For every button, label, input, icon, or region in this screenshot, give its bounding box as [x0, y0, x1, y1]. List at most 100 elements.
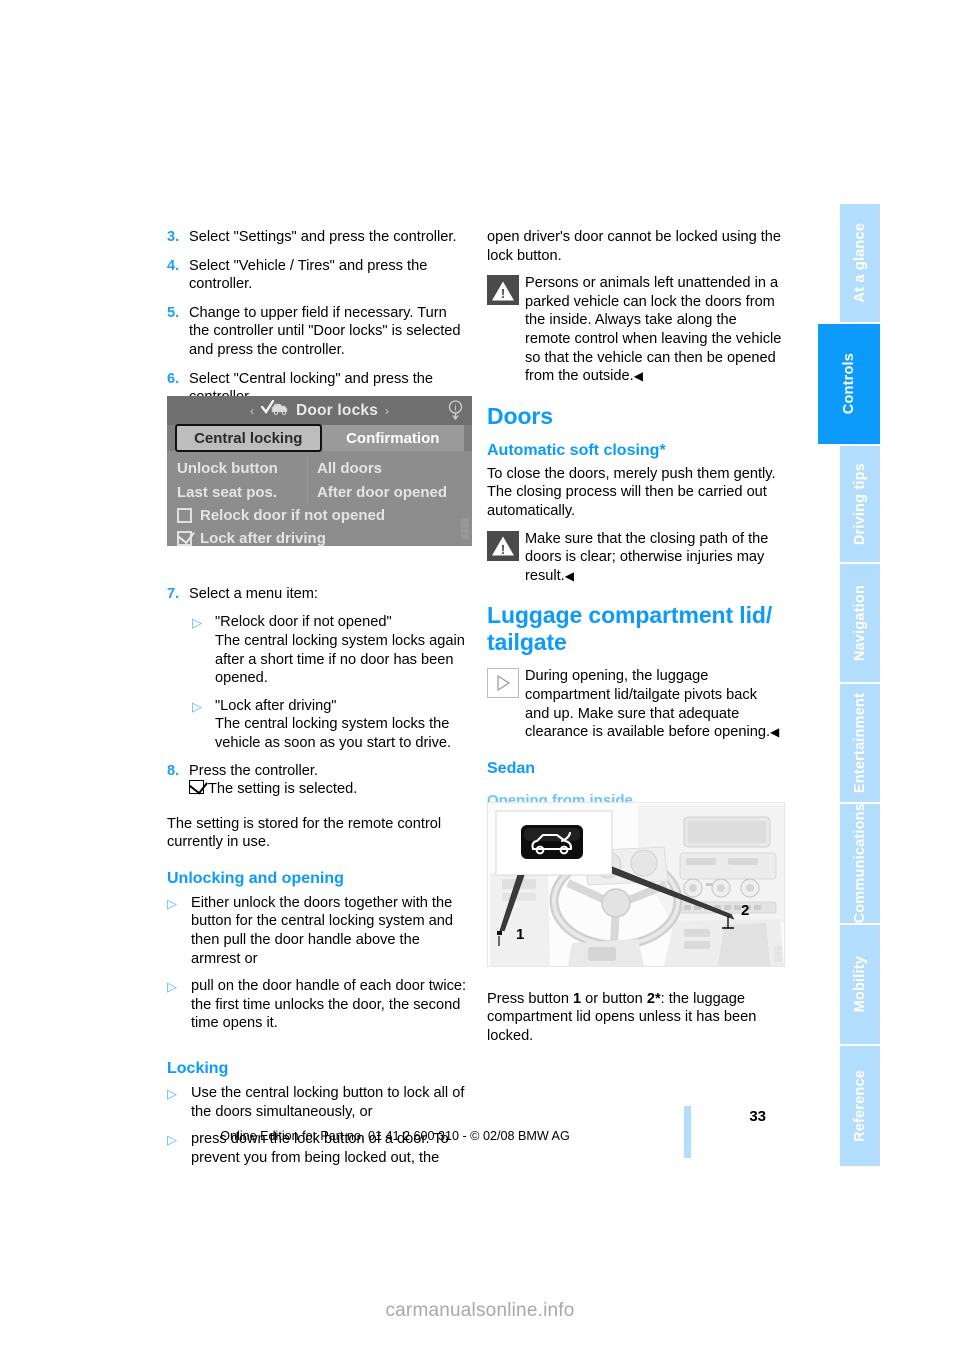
- procedure-step: 4. Select "Vehicle / Tires" and press th…: [167, 257, 467, 294]
- caption-middle: or button: [581, 990, 647, 1007]
- warning-text: Make sure that the closing path of the d…: [525, 530, 769, 584]
- idrive-header: ‹ Door locks › i: [167, 396, 472, 425]
- info-icon[interactable]: i: [447, 400, 464, 421]
- callout-2: 2: [741, 902, 750, 919]
- procedure-step: 3. Select "Settings" and press the contr…: [167, 228, 467, 247]
- sidebar-tab-label: Navigation: [852, 584, 868, 662]
- triangle-bullet-icon: ▷: [192, 698, 202, 714]
- setting-value: All doors: [307, 456, 472, 480]
- page-footer: 33 Online Edition for Part no. 01 41 2 6…: [0, 1108, 790, 1143]
- soft-closing-body: To close the doors, merely push them gen…: [487, 465, 776, 519]
- idrive-setting-row[interactable]: Last seat pos. After door opened: [167, 480, 472, 504]
- idrive-header-title: Door locks: [295, 401, 379, 419]
- end-of-note-marker: ◀: [770, 725, 780, 740]
- triangle-bullet-icon: ▷: [192, 615, 202, 631]
- sidebar-tab-navigation[interactable]: Navigation: [840, 563, 880, 683]
- luggage-caption: Press button 1 or button 2*: the luggage…: [487, 990, 783, 1046]
- procedure-step: 8. Press the controller. The setting is …: [167, 762, 467, 799]
- sidebar-tab-label: Controls: [841, 353, 857, 415]
- unchecked-checkbox-icon[interactable]: [177, 508, 192, 523]
- edition-line: Online Edition for Part no. 01 41 2 600 …: [220, 1129, 570, 1143]
- menu-option-body: The central locking system locks the veh…: [215, 716, 452, 751]
- menu-option-text: "Lock after driving" The central locking…: [215, 697, 467, 753]
- idrive-setting-row[interactable]: Unlock button All doors: [167, 456, 472, 480]
- callout-ref-2: 2*: [646, 990, 661, 1007]
- vehicle-check-icon: [260, 399, 289, 421]
- sedan-heading: Sedan: [487, 759, 536, 777]
- idrive-checkbox-row[interactable]: Relock door if not opened: [167, 504, 472, 527]
- checked-checkbox-icon: [189, 780, 204, 795]
- step-number: 4.: [167, 257, 180, 274]
- step8-result: The setting is selected.: [208, 781, 358, 798]
- sidebar-tab-at-a-glance[interactable]: At a glance: [840, 203, 880, 323]
- locking-heading: Locking: [167, 1060, 229, 1078]
- setting-value: After door opened: [307, 480, 472, 504]
- menu-option-item: ▷ "Relock door if not opened" The centra…: [192, 613, 467, 687]
- procedure-step: 7. Select a menu item:: [167, 585, 467, 604]
- caption-prefix: Press button: [487, 990, 573, 1007]
- idrive-checkbox-row[interactable]: Lock after driving: [167, 527, 472, 546]
- idrive-tab-bar: Central locking Confirmation: [167, 424, 472, 452]
- step-number: 7.: [167, 585, 180, 602]
- sidebar-tab-communications[interactable]: Communications: [840, 803, 880, 924]
- end-of-warning-marker: ◀: [633, 369, 643, 384]
- note-text: During opening, the luggage compartment …: [525, 668, 771, 741]
- bullet-item: ▷ pull on the door handle of each door t…: [167, 977, 467, 1033]
- sidebar-tab-mobility[interactable]: Mobility: [840, 924, 880, 1045]
- automatic-soft-closing-heading: Automatic soft closing*: [487, 441, 666, 459]
- stored-note-text: The setting is stored for the remote con…: [167, 815, 442, 851]
- menu-option-item: ▷ "Lock after driving" The central locki…: [192, 697, 467, 753]
- site-watermark: carmanualsonline.info: [385, 1300, 575, 1321]
- sidebar-tab-reference[interactable]: Reference: [840, 1045, 880, 1167]
- footer-tab-marker: [684, 1106, 691, 1158]
- tab-bar-edge: [167, 425, 175, 451]
- note-block: During opening, the luggage compartment …: [487, 667, 783, 741]
- end-of-warning-marker: ◀: [564, 568, 574, 583]
- warning-text: Persons or animals left unattended in a …: [525, 275, 782, 385]
- sidebar-tab-label: At a glance: [852, 223, 868, 303]
- bullet-text: pull on the door handle of each door twi…: [191, 978, 467, 1032]
- idrive-settings-list: Unlock button All doors Last seat pos. A…: [167, 451, 472, 546]
- sidebar-tab-driving-tips[interactable]: Driving tips: [840, 445, 880, 563]
- bullet-text: Either unlock the doors together with th…: [191, 894, 454, 967]
- checked-checkbox-icon[interactable]: [177, 531, 192, 546]
- checkbox-label: Lock after driving: [200, 530, 326, 546]
- warning-text-body: Make sure that the closing path of the d…: [525, 530, 783, 586]
- menu-option-title: "Relock door if not opened": [215, 614, 392, 631]
- vehicle-interior-figure: 1 2 ▒▒▒: [487, 802, 785, 967]
- sidebar-tab-label: Communications: [852, 803, 868, 924]
- procedure-step: 5. Change to upper field if necessary. T…: [167, 304, 467, 360]
- warning-triangle-icon: !: [487, 530, 519, 561]
- callout-ref-1: 1: [573, 990, 582, 1007]
- manual-page: At a glance Controls Driving tips Naviga…: [0, 0, 960, 1358]
- note-text-body: During opening, the luggage compartment …: [525, 667, 783, 741]
- step-number: 3.: [167, 229, 180, 245]
- vehicle-interior-illustration: [488, 803, 784, 966]
- tab-bar-edge: [464, 425, 472, 451]
- step-text: Change to upper field if necessary. Turn…: [189, 304, 461, 358]
- setting-label: Unlock button: [177, 459, 278, 477]
- figure-id-watermark: ▒▒▒▒: [461, 518, 468, 540]
- sidebar-tab-controls[interactable]: Controls: [818, 323, 880, 445]
- menu-option-body: The central locking system locks again a…: [215, 632, 465, 687]
- svg-text:i: i: [455, 404, 457, 413]
- figure-id-watermark: ▒▒▒: [774, 945, 781, 962]
- sidebar-tab-label: Mobility: [852, 956, 868, 1013]
- sidebar-tab-entertainment[interactable]: Entertainment: [840, 683, 880, 803]
- triangle-bullet-icon: ▷: [167, 979, 177, 995]
- bullet-item: ▷ Either unlock the doors together with …: [167, 894, 467, 968]
- step-number: 8.: [167, 762, 180, 779]
- step-number: 5.: [167, 304, 180, 321]
- checkbox-label: Relock door if not opened: [200, 507, 386, 524]
- step8-instruction: Press the controller.: [189, 762, 318, 779]
- left-text-column: 3. Select "Settings" and press the contr…: [167, 228, 467, 1176]
- setting-label: Last seat pos.: [177, 483, 278, 501]
- triangle-bullet-icon: ▷: [167, 895, 177, 911]
- callout-1: 1: [516, 926, 525, 943]
- idrive-tab-central-locking[interactable]: Central locking: [175, 424, 322, 452]
- next-arrow-icon[interactable]: ›: [385, 404, 389, 418]
- previous-arrow-icon[interactable]: ‹: [250, 404, 254, 418]
- step-text: Select a menu item:: [189, 585, 318, 602]
- step-text: Select "Vehicle / Tires" and press the c…: [189, 257, 428, 293]
- idrive-tab-confirmation[interactable]: Confirmation: [322, 425, 465, 451]
